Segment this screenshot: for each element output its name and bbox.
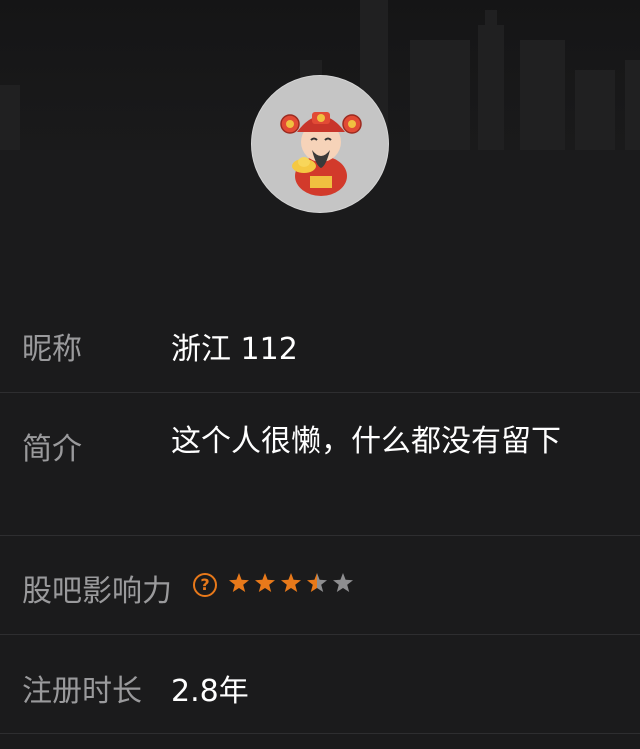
profile-page: 昵称 浙江 112 简介 这个人很懒，什么都没有留下 股吧影响力 ? 注册时长 … xyxy=(0,0,640,749)
star-filled-icon xyxy=(255,573,275,592)
star-empty-icon xyxy=(333,573,353,592)
nickname-value: 浙江 112 xyxy=(171,332,298,367)
avatar[interactable] xyxy=(251,75,389,213)
registration-value: 2.8年 xyxy=(171,674,249,709)
row-divider xyxy=(0,733,640,734)
star-filled-icon xyxy=(281,573,301,592)
question-circle-icon[interactable]: ? xyxy=(193,573,217,597)
row-divider xyxy=(0,535,640,536)
nickname-label: 昵称 xyxy=(22,332,82,367)
registration-label: 注册时长 xyxy=(22,674,142,709)
bio-label: 简介 xyxy=(22,432,82,467)
row-divider xyxy=(0,392,640,393)
influence-star-rating xyxy=(228,572,358,598)
star-filled-icon xyxy=(229,573,249,592)
bio-value: 这个人很懒，什么都没有留下 xyxy=(171,424,561,459)
row-divider xyxy=(0,634,640,635)
influence-label: 股吧影响力 xyxy=(22,574,172,609)
caishen-cartoon-icon xyxy=(280,112,362,196)
star-half-icon xyxy=(307,573,327,592)
